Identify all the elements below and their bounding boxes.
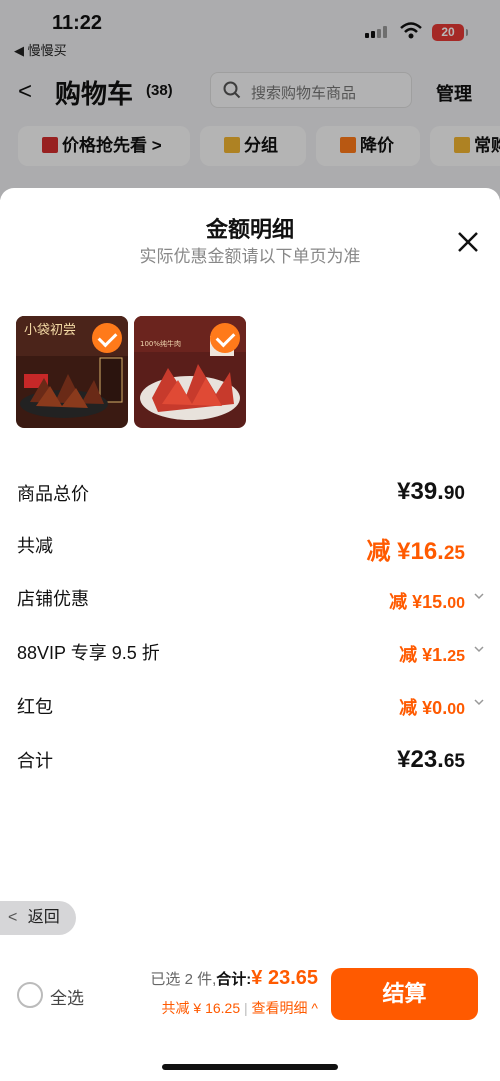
checkout-button[interactable]: 结算 <box>331 968 478 1020</box>
product-thumb-label: 100%纯牛肉 <box>140 339 181 348</box>
chevron-left-icon: < <box>8 909 18 926</box>
product-thumb-2[interactable]: 100%纯牛肉 <box>134 316 246 428</box>
chevron-down-icon[interactable] <box>474 591 484 601</box>
shop-discount-label: 店铺优惠 <box>17 589 89 609</box>
product-thumb-1[interactable]: 小袋初尝 <box>16 316 128 428</box>
red-packet-value[interactable]: 减 ¥0.00 <box>399 694 465 720</box>
total-label: 合计: <box>216 971 252 988</box>
vip-discount-value[interactable]: 减 ¥1.25 <box>399 641 465 667</box>
home-indicator <box>162 1064 338 1070</box>
vip-discount-label: 88VIP 专享 9.5 折 <box>17 643 160 663</box>
bottom-total-value: ¥ 23.65 <box>251 967 318 989</box>
view-detail-link[interactable]: 查看明细 <box>252 1000 308 1016</box>
chevron-down-icon[interactable] <box>474 644 484 654</box>
select-all-checkbox[interactable] <box>17 982 43 1008</box>
divider: | <box>244 1000 248 1016</box>
sum-label: 合计 <box>17 751 53 771</box>
shop-discount-value[interactable]: 减 ¥15.00 <box>389 588 465 614</box>
sheet-subtitle: 实际优惠金额请以下单页为准 <box>139 247 361 266</box>
close-icon[interactable] <box>454 228 482 256</box>
return-button[interactable]: < 返回 <box>0 901 76 935</box>
bottom-summary: 已选 2 件,合计:¥ 23.65 <box>150 967 318 990</box>
red-packet-label: 红包 <box>17 697 53 717</box>
chevron-down-icon[interactable] <box>474 697 484 707</box>
sheet-title: 金额明细 <box>205 217 294 242</box>
total-price-value: ¥39.90 <box>397 478 465 505</box>
total-price-label: 商品总价 <box>17 484 89 504</box>
bottom-reduce-line[interactable]: 共减 ¥ 16.25 | 查看明细 ^ <box>162 998 319 1018</box>
selected-check-icon <box>92 323 122 353</box>
amount-detail-sheet: 金额明细 实际优惠金额请以下单页为准 小袋初尝 100%纯牛肉 商品总价 ¥39… <box>0 188 500 1081</box>
total-reduce-value: 减 ¥16.25 <box>366 538 465 565</box>
return-label: 返回 <box>27 909 60 926</box>
bottom-reduce-text: 共减 ¥ 16.25 <box>161 1000 241 1016</box>
selected-count: 已选 2 件, <box>150 971 217 988</box>
total-reduce-label: 共减 <box>17 536 53 556</box>
modal-overlay[interactable] <box>0 0 500 200</box>
selected-check-icon <box>210 323 240 353</box>
product-thumb-label: 小袋初尝 <box>24 323 76 338</box>
sum-value: ¥23.65 <box>397 746 465 773</box>
chevron-up-icon[interactable]: ^ <box>311 1000 318 1016</box>
select-all-label[interactable]: 全选 <box>50 984 84 1009</box>
